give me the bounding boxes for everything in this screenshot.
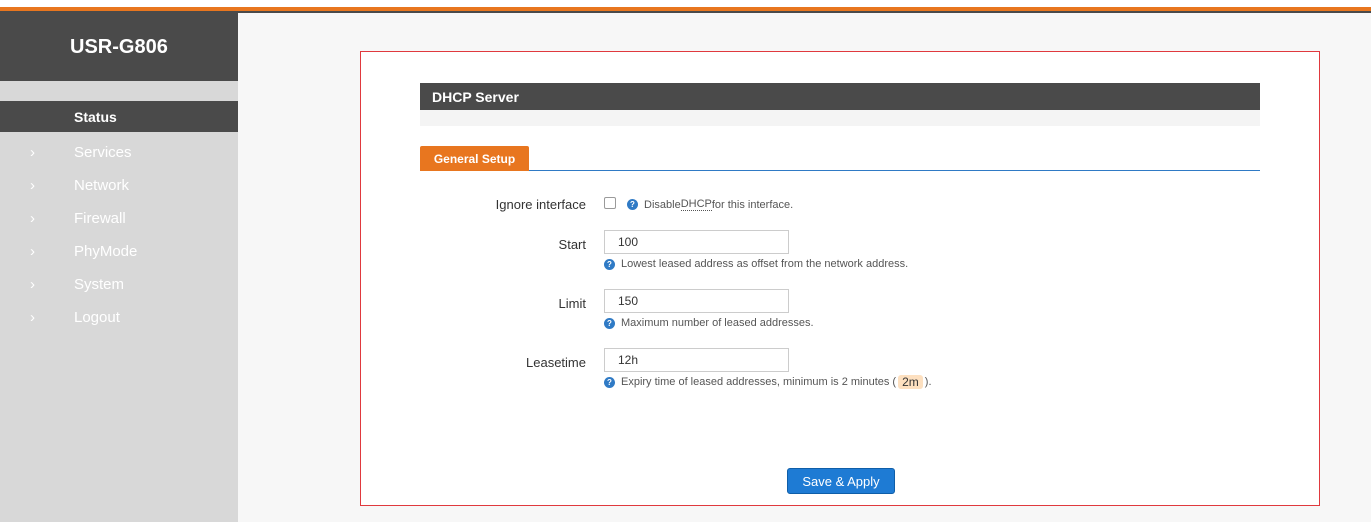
sidebar-item-firewall[interactable]: › Firewall [0, 202, 238, 235]
help-icon: ? [604, 258, 615, 270]
tab-general-setup[interactable]: General Setup [420, 146, 529, 171]
start-label: Start [558, 237, 586, 252]
sidebar-item-network[interactable]: › Network [0, 169, 238, 202]
limit-input[interactable] [604, 289, 789, 313]
hint-text: Maximum number of leased addresses. [621, 317, 814, 329]
hint-text-pre: Disable [644, 198, 681, 211]
brand-logo: USR-G806 [0, 13, 238, 81]
chevron-right-icon: › [30, 210, 35, 227]
limit-label: Limit [558, 296, 586, 311]
sidebar-item-label: Logout [74, 309, 120, 326]
save-apply-button[interactable]: Save & Apply [787, 468, 895, 494]
sidebar-item-logout[interactable]: › Logout [0, 301, 238, 334]
hint-text-pre: Expiry time of leased addresses, minimum… [621, 376, 897, 388]
start-hint: ? Lowest leased address as offset from t… [604, 258, 908, 270]
chevron-right-icon: › [30, 309, 35, 326]
help-icon: ? [627, 199, 638, 210]
sidebar-item-status[interactable]: Status [0, 101, 238, 132]
content-panel: DHCP Server General Setup Ignore interfa… [360, 51, 1320, 506]
chevron-right-icon: › [30, 177, 35, 194]
sidebar-item-label: System [74, 276, 125, 293]
sidebar-item-label: Services [74, 144, 132, 161]
sidebar-item-system[interactable]: › System [0, 268, 238, 301]
sidebar-menu: Status › Services › Network › Firewall ›… [0, 101, 238, 334]
leasetime-hint: ? Expiry time of leased addresses, minim… [604, 375, 932, 389]
chevron-right-icon: › [30, 243, 35, 260]
ignore-interface-checkbox[interactable] [604, 197, 616, 209]
hint-text-post: for this interface. [711, 198, 794, 211]
sidebar-item-label: PhyMode [74, 243, 138, 260]
chevron-right-icon: › [30, 276, 35, 293]
sidebar-item-phymode[interactable]: › PhyMode [0, 235, 238, 268]
sidebar-item-label: Firewall [74, 210, 126, 227]
sidebar: USR-G806 Status › Services › Network › F… [0, 13, 238, 522]
ignore-interface-hint: ? Disable DHCP for this interface. [627, 198, 793, 211]
hint-text: Lowest leased address as offset from the… [621, 258, 909, 270]
help-icon: ? [604, 376, 615, 388]
sidebar-item-label: Status [74, 108, 117, 125]
chevron-right-icon: › [30, 144, 35, 161]
leasetime-input[interactable] [604, 348, 789, 372]
hint-text-post: ). [924, 376, 932, 388]
minimum-lease-code: 2m [898, 375, 923, 389]
sidebar-item-services[interactable]: › Services [0, 136, 238, 169]
leasetime-label: Leasetime [526, 355, 586, 370]
section-description-strip [420, 110, 1260, 126]
dhcp-abbreviation: DHCP [680, 198, 712, 211]
ignore-interface-label: Ignore interface [495, 197, 586, 212]
start-input[interactable] [604, 230, 789, 254]
section-title: DHCP Server [420, 83, 1260, 110]
limit-hint: ? Maximum number of leased addresses. [604, 317, 814, 329]
tab-underline [420, 170, 1260, 171]
help-icon: ? [604, 317, 615, 329]
sidebar-item-label: Network [74, 177, 130, 194]
